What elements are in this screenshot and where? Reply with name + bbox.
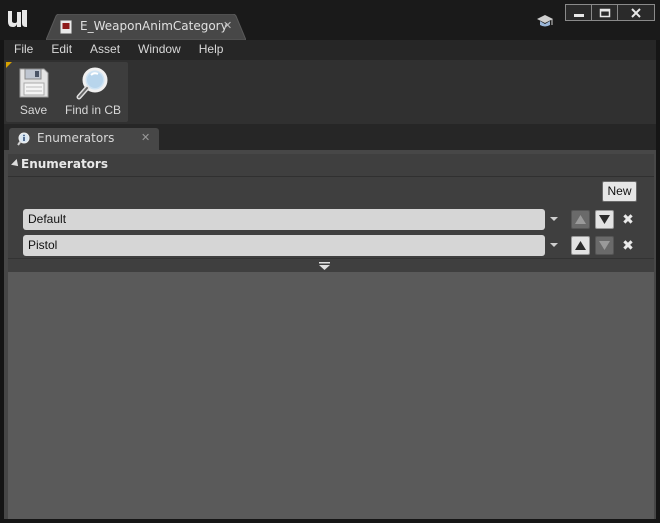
graduation-cap-icon[interactable] <box>537 14 553 28</box>
unreal-engine-logo-icon[interactable] <box>4 6 30 32</box>
delete-enumerator-icon[interactable]: ✖ <box>618 235 638 256</box>
close-icon <box>631 7 641 18</box>
save-icon <box>19 68 48 98</box>
menu-bar: File Edit Asset Window Help <box>4 40 656 60</box>
menu-asset[interactable]: Asset <box>81 40 129 60</box>
menu-file[interactable]: File <box>4 40 42 60</box>
close-window-button[interactable] <box>618 5 654 20</box>
maximize-icon <box>599 8 610 17</box>
close-tab-icon[interactable]: ✕ <box>223 19 232 32</box>
document-tab-title: E_WeaponAnimCategory <box>80 19 228 33</box>
document-icon <box>60 20 72 34</box>
menu-help[interactable]: Help <box>190 40 233 60</box>
details-content: Enumerators New ✖ <box>8 154 654 519</box>
category-title: Enumerators <box>21 157 108 171</box>
menu-window[interactable]: Window <box>129 40 190 60</box>
minimize-icon <box>573 13 584 17</box>
title-bar: E_WeaponAnimCategory ✕ <box>0 0 660 40</box>
panel-tab-bar: Enumerators ✕ <box>4 124 656 150</box>
save-button[interactable]: Save <box>6 62 61 122</box>
minimize-button[interactable] <box>566 5 592 20</box>
toolbar: Save Find in CB <box>6 62 128 122</box>
maximize-button[interactable] <box>592 5 618 20</box>
move-down-button[interactable] <box>595 236 614 255</box>
enumerator-name-input[interactable] <box>23 209 545 230</box>
advanced-expander[interactable] <box>8 258 654 272</box>
dropdown-arrow-icon[interactable] <box>550 243 558 247</box>
enumerator-row: ✖ <box>23 209 643 231</box>
arrow-down-icon <box>599 215 610 224</box>
find-in-cb-label: Find in CB <box>64 103 122 117</box>
move-up-button[interactable] <box>571 210 590 229</box>
arrow-down-icon <box>599 241 610 250</box>
enumerator-list: New ✖ ✖ <box>8 176 654 258</box>
dropdown-arrow-icon[interactable] <box>550 217 558 221</box>
details-panel: Enumerators New ✖ <box>4 150 656 519</box>
toolbar-area: Save Find in CB <box>4 60 656 124</box>
document-tab[interactable]: E_WeaponAnimCategory ✕ <box>46 14 246 40</box>
panel-tab-title: Enumerators <box>37 131 115 145</box>
delete-enumerator-icon[interactable]: ✖ <box>618 209 638 230</box>
save-label: Save <box>19 103 48 117</box>
menu-edit[interactable]: Edit <box>42 40 81 60</box>
move-down-button[interactable] <box>595 210 614 229</box>
close-panel-tab-icon[interactable]: ✕ <box>141 131 150 144</box>
tab-enumerators[interactable]: Enumerators ✕ <box>9 128 159 150</box>
arrow-up-icon <box>575 215 586 224</box>
category-header[interactable]: Enumerators <box>8 154 654 176</box>
magnifier-icon <box>76 67 108 100</box>
window-controls <box>565 4 655 21</box>
enumerator-row: ✖ <box>23 235 643 257</box>
magnifier-info-icon <box>17 132 30 146</box>
expand-down-icon <box>319 262 330 270</box>
enumerator-name-input[interactable] <box>23 235 545 256</box>
move-up-button[interactable] <box>571 236 590 255</box>
find-in-content-browser-button[interactable]: Find in CB <box>61 62 125 122</box>
new-enumerator-button[interactable]: New <box>602 181 637 202</box>
collapse-arrow-icon[interactable] <box>11 159 21 169</box>
arrow-up-icon <box>575 241 586 250</box>
